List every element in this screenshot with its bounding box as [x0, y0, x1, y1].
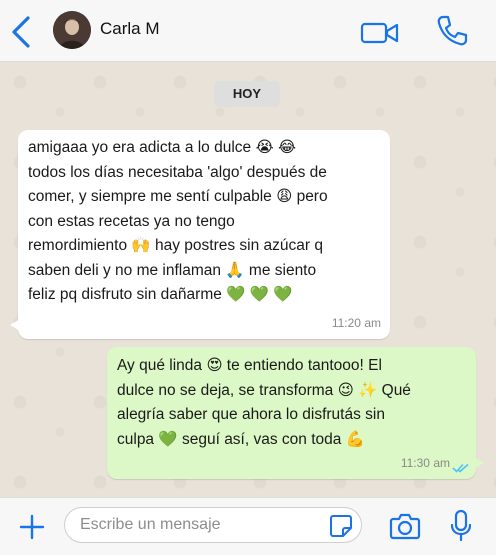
plus-icon: [19, 514, 45, 540]
voice-call-button[interactable]: [434, 13, 470, 49]
date-divider: HOY: [214, 81, 280, 107]
message-text: Ay qué linda 😍 te entiendo tantooo! El d…: [117, 357, 411, 448]
contact-name[interactable]: Carla M: [100, 19, 160, 39]
message-time: 11:30 am: [400, 455, 450, 470]
attach-button[interactable]: [17, 512, 47, 542]
sticker-icon: [330, 515, 352, 537]
voice-message-button[interactable]: [449, 509, 473, 543]
message-input[interactable]: [64, 507, 362, 543]
composer-bar: [0, 497, 496, 555]
message-time: 11:20 am: [331, 315, 381, 330]
back-button[interactable]: [8, 12, 34, 52]
camera-button[interactable]: [389, 511, 421, 541]
incoming-message[interactable]: amigaaa yo era adicta a lo dulce 😭 😂 tod…: [10, 130, 390, 339]
read-receipt-icon: [452, 463, 469, 473]
camera-icon: [389, 513, 421, 540]
video-call-button[interactable]: [360, 20, 400, 46]
phone-icon: [437, 15, 468, 46]
microphone-icon: [450, 509, 472, 542]
video-camera-icon: [360, 22, 399, 44]
chevron-left-icon: [12, 16, 30, 48]
message-text: amigaaa yo era adicta a lo dulce 😭 😂 tod…: [28, 139, 328, 303]
chat-header: Carla M: [0, 0, 496, 62]
sticker-button[interactable]: [329, 514, 353, 538]
outgoing-message[interactable]: Ay qué linda 😍 te entiendo tantooo! El d…: [107, 347, 484, 479]
contact-avatar[interactable]: [53, 11, 91, 49]
chat-area[interactable]: HOY amigaaa yo era adicta a lo dulce 😭 😂…: [0, 62, 496, 497]
